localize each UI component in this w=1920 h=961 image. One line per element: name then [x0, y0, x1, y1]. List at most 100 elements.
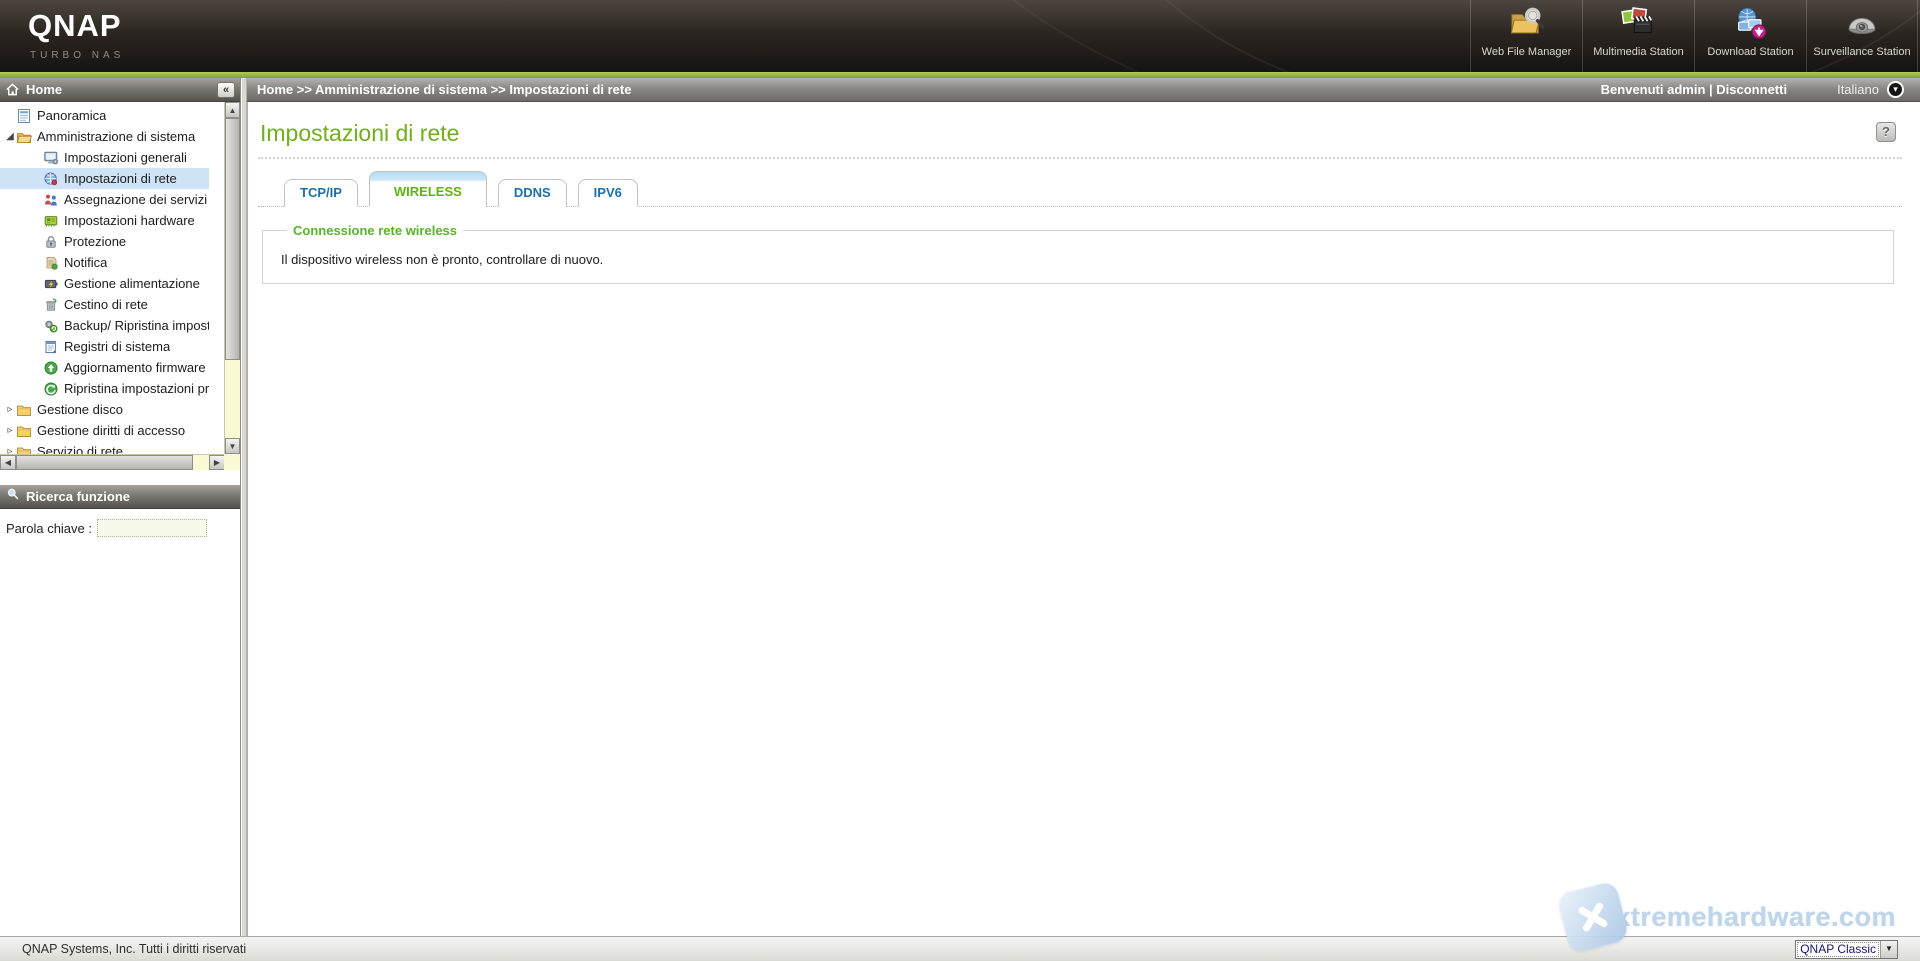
tree-item[interactable]: Impostazioni hardware — [0, 210, 209, 231]
function-search-body: Parola chiave : — [0, 509, 240, 547]
tree-item[interactable]: Notifica — [0, 252, 209, 273]
tab-ipv6[interactable]: IPV6 — [577, 179, 638, 207]
tree-item[interactable]: ▹ Gestione diritti di accesso — [0, 420, 209, 441]
tab-wireless[interactable]: WIRELESS — [368, 171, 487, 207]
tree-item[interactable]: ▹ Gestione disco — [0, 399, 209, 420]
top-header: QNAP TURBO NAS Web File Manager Multimed… — [0, 0, 1920, 72]
tree-item[interactable]: Assegnazione dei servizi — [0, 189, 209, 210]
turbo-nas-tagline: TURBO NAS — [30, 50, 125, 61]
language-dropdown-icon[interactable]: ▾ — [1887, 81, 1904, 98]
tree-item-icon — [43, 360, 59, 376]
vertical-scroll-thumb[interactable] — [225, 118, 240, 360]
function-search-title: Ricerca funzione — [26, 489, 131, 504]
tree-item-label: Servizio di rete — [37, 444, 123, 454]
tree-expander-icon[interactable]: ◢ — [4, 131, 16, 142]
station-label: Surveillance Station — [1813, 46, 1911, 58]
tree-item-icon — [16, 444, 32, 455]
scroll-down-button[interactable]: ▼ — [225, 438, 240, 454]
qnap-admin-page: QNAP TURBO NAS Web File Manager Multimed… — [0, 0, 1920, 961]
station-label: Download Station — [1707, 46, 1794, 58]
copyright-text: QNAP Systems, Inc. Tutti i diritti riser… — [22, 942, 247, 956]
station-download-station[interactable]: Download Station — [1694, 0, 1806, 72]
tree-item-icon — [43, 339, 59, 355]
station-label: Multimedia Station — [1593, 46, 1684, 58]
keyword-label: Parola chiave : — [6, 520, 92, 536]
tree-item-icon — [16, 129, 32, 145]
tree-item[interactable]: Cestino di rete — [0, 294, 209, 315]
tree-expander-icon[interactable]: ▹ — [4, 404, 16, 415]
tree-item[interactable]: Impostazioni di rete — [0, 168, 209, 189]
tree-item-icon — [43, 381, 59, 397]
tree-item[interactable]: Ripristina impostazioni predefinite — [0, 378, 209, 399]
station-web-file-manager[interactable]: Web File Manager — [1470, 0, 1582, 72]
tree-item-icon — [43, 255, 59, 271]
tree-item[interactable]: ▹ Servizio di rete — [0, 441, 209, 454]
scrollbar-corner — [224, 454, 240, 470]
tree-vertical-scrollbar[interactable]: ▲ ▼ — [224, 102, 240, 454]
breadcrumb[interactable]: Home >> Amministrazione di sistema >> Im… — [247, 82, 1601, 97]
tree-item[interactable]: Backup/ Ripristina impostazioni — [0, 315, 209, 336]
horizontal-scroll-thumb[interactable] — [16, 455, 193, 470]
station-surveillance-station[interactable]: Surveillance Station — [1806, 0, 1918, 72]
scroll-right-button[interactable]: ▶ — [209, 455, 225, 470]
settings-tabs: TCP/IP WIRELESS DDNS IPV6 — [258, 171, 1902, 207]
wireless-connection-legend: Connessione rete wireless — [293, 223, 458, 238]
tree-item[interactable]: Registri di sistema — [0, 336, 209, 357]
tree-expander-icon[interactable]: ▹ — [4, 425, 16, 436]
tree-item-label: Amministrazione di sistema — [37, 129, 196, 144]
sidebar-home-header: Home « — [0, 78, 240, 102]
tab-ddns[interactable]: DDNS — [497, 179, 567, 207]
station-shortcuts: Web File Manager Multimedia Station Down… — [1470, 0, 1918, 72]
tree-item-label: Backup/ Ripristina impostazioni — [64, 318, 209, 333]
tree-item[interactable]: Panoramica — [0, 105, 209, 126]
tree-item-label: Gestione disco — [37, 402, 123, 417]
scroll-up-button[interactable]: ▲ — [225, 102, 240, 118]
tree-item-icon — [16, 423, 32, 439]
search-icon — [6, 487, 20, 506]
language-label[interactable]: Italiano — [1837, 82, 1879, 97]
tree-item-label: Notifica — [64, 255, 108, 270]
tree-item-label: Impostazioni generali — [64, 150, 187, 165]
tree-item-label: Assegnazione dei servizi — [64, 192, 208, 207]
tree-item[interactable]: Protezione — [0, 231, 209, 252]
tree-item-label: Impostazioni di rete — [64, 171, 177, 186]
tree-item-label: Gestione alimentazione — [64, 276, 200, 291]
tree-horizontal-scrollbar[interactable]: ◀ ▶ — [0, 454, 225, 470]
station-label: Web File Manager — [1481, 46, 1572, 58]
navigation-tree-panel: Panoramica ◢ Amministrazione di sistema … — [0, 102, 240, 470]
tab-tcp-ip[interactable]: TCP/IP — [284, 179, 358, 207]
help-button[interactable]: ? — [1876, 122, 1896, 142]
page-title: Impostazioni di rete — [260, 120, 460, 146]
welcome-separator: | — [1705, 82, 1717, 97]
qnap-logo: QNAP TURBO NAS — [28, 8, 124, 61]
keyword-input[interactable] — [97, 519, 207, 537]
tree-item-icon — [16, 108, 32, 124]
tree-item-label: Impostazioni hardware — [64, 213, 195, 228]
tree-item-icon — [43, 318, 59, 334]
qnap-logo-text: QNAP — [28, 8, 122, 43]
sidebar-home-title: Home — [26, 82, 63, 97]
sidebar-collapse-button[interactable]: « — [217, 81, 235, 98]
station-multimedia-station[interactable]: Multimedia Station — [1582, 0, 1694, 72]
tree-expander-icon[interactable]: ▹ — [4, 446, 16, 454]
scroll-left-button[interactable]: ◀ — [0, 455, 16, 470]
tree-item-icon — [43, 171, 59, 187]
download-station-icon — [1732, 5, 1770, 43]
wireless-connection-fieldset: Connessione rete wireless Il dispositivo… — [262, 223, 1894, 284]
surveillance-station-icon — [1843, 5, 1881, 43]
tree-item[interactable]: ◢ Amministrazione di sistema — [0, 126, 209, 147]
breadcrumb-bar: Home >> Amministrazione di sistema >> Im… — [247, 78, 1920, 102]
tree-item-label: Gestione diritti di accesso — [37, 423, 186, 438]
tree-item[interactable]: Gestione alimentazione — [0, 273, 209, 294]
xtremehardware-text: xtremehardware.com — [1615, 901, 1896, 932]
logout-link[interactable]: Disconnetti — [1716, 82, 1787, 97]
tree-item[interactable]: Aggiornamento firmware — [0, 357, 209, 378]
navigation-tree: Panoramica ◢ Amministrazione di sistema … — [0, 102, 209, 454]
function-search-header: Ricerca funzione — [0, 485, 240, 509]
sidebar: Home « Panoramica ◢ Amministrazione di s… — [0, 78, 241, 936]
tree-item-icon — [43, 276, 59, 292]
welcome-text: Benvenuti admin | Disconnetti — [1601, 82, 1787, 97]
tree-item-label: Aggiornamento firmware — [64, 360, 206, 375]
tree-item-icon — [43, 234, 59, 250]
tree-item[interactable]: Impostazioni generali — [0, 147, 209, 168]
